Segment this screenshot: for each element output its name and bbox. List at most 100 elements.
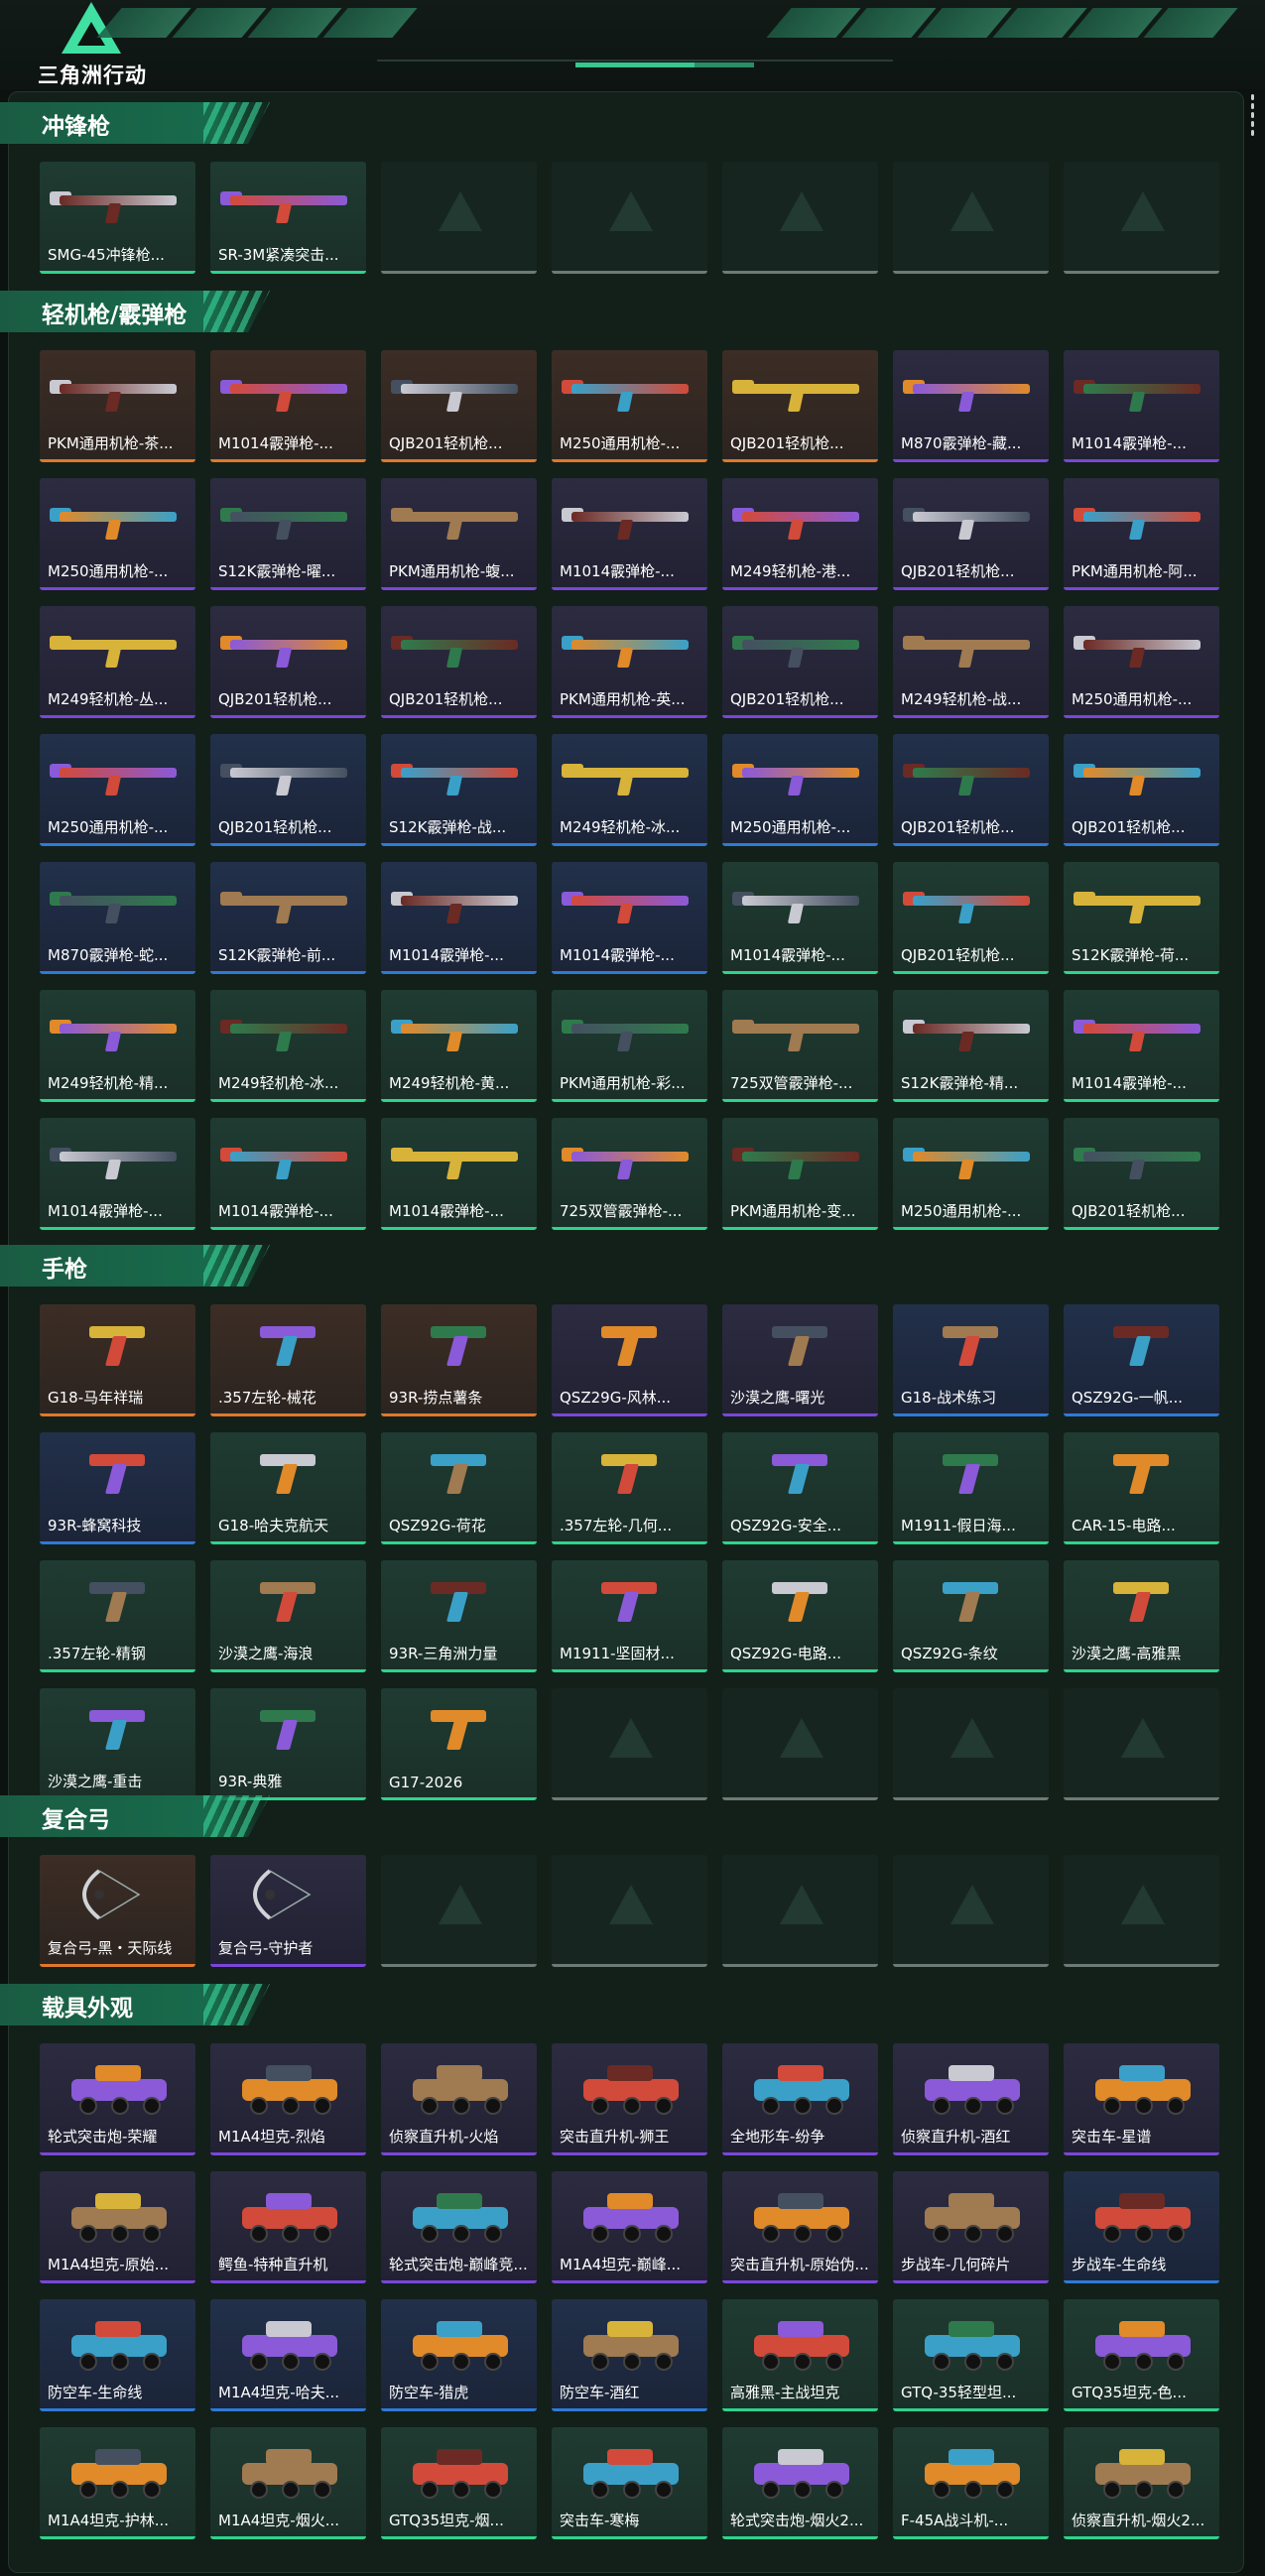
item-card[interactable]: 侦察直升机-烟火2... <box>1064 2427 1219 2539</box>
item-card[interactable]: SR-3M紧凑突击... <box>210 162 366 274</box>
item-card[interactable]: M1014霰弹枪-... <box>722 862 878 974</box>
item-card[interactable]: 高雅黑-主战坦克 <box>722 2299 878 2411</box>
item-card[interactable]: .357左轮-精钢 <box>40 1560 195 1672</box>
item-card[interactable]: 步战车-生命线 <box>1064 2171 1219 2283</box>
item-card[interactable]: 防空车-酒红 <box>552 2299 707 2411</box>
item-card[interactable]: M250通用机枪-... <box>40 734 195 846</box>
item-card[interactable]: 沙漠之鹰-高雅黑 <box>1064 1560 1219 1672</box>
item-card[interactable]: 全地形车-纷争 <box>722 2043 878 2155</box>
item-card[interactable]: QJB201轻机枪... <box>381 350 537 462</box>
item-card[interactable]: M1A4坦克-护林... <box>40 2427 195 2539</box>
item-card[interactable]: M870霰弹枪-蛇... <box>40 862 195 974</box>
item-card[interactable]: QSZ92G-一帆... <box>1064 1304 1219 1416</box>
item-card[interactable]: QJB201轻机枪... <box>381 606 537 718</box>
item-card[interactable]: M1014霰弹枪-... <box>1064 990 1219 1102</box>
item-card[interactable]: G18-马年祥瑞 <box>40 1304 195 1416</box>
item-card[interactable]: 725双管霰弹枪-... <box>722 990 878 1102</box>
item-card[interactable]: QSZ29G-风林... <box>552 1304 707 1416</box>
item-card[interactable]: M1A4坦克-烈焰 <box>210 2043 366 2155</box>
item-card[interactable]: S12K霰弹枪-荷... <box>1064 862 1219 974</box>
item-card[interactable]: M249轻机枪-战... <box>893 606 1049 718</box>
item-card[interactable]: PKM通用机枪-英... <box>552 606 707 718</box>
item-card[interactable]: S12K霰弹枪-精... <box>893 990 1049 1102</box>
item-card[interactable]: M1014霰弹枪-... <box>381 1118 537 1230</box>
item-card[interactable]: 鳄鱼-特种直升机 <box>210 2171 366 2283</box>
scrollbar[interactable] <box>1248 91 1256 151</box>
item-card[interactable]: QJB201轻机枪... <box>893 862 1049 974</box>
item-card[interactable]: M249轻机枪-精... <box>40 990 195 1102</box>
item-card[interactable]: G18-战术练习 <box>893 1304 1049 1416</box>
item-card[interactable]: M250通用机枪-... <box>893 1118 1049 1230</box>
item-card[interactable]: GTQ35坦克-烟... <box>381 2427 537 2539</box>
item-card[interactable]: GTQ35坦克-色... <box>1064 2299 1219 2411</box>
item-card[interactable]: QJB201轻机枪... <box>893 478 1049 590</box>
item-card[interactable]: M1014霰弹枪-... <box>40 1118 195 1230</box>
item-card[interactable]: QJB201轻机枪... <box>722 606 878 718</box>
item-card[interactable]: QJB201轻机枪... <box>210 606 366 718</box>
item-card[interactable]: 93R-捞点薯条 <box>381 1304 537 1416</box>
item-card[interactable]: QJB201轻机枪... <box>893 734 1049 846</box>
item-card[interactable]: M870霰弹枪-藏... <box>893 350 1049 462</box>
item-card[interactable]: F-45A战斗机-... <box>893 2427 1049 2539</box>
item-card[interactable]: M1014霰弹枪-... <box>381 862 537 974</box>
item-card[interactable]: 突击直升机-狮王 <box>552 2043 707 2155</box>
item-card[interactable]: G18-哈夫克航天 <box>210 1432 366 1544</box>
item-card[interactable]: PKM通用机枪-阿... <box>1064 478 1219 590</box>
item-card[interactable]: QJB201轻机枪... <box>210 734 366 846</box>
item-card[interactable]: 防空车-生命线 <box>40 2299 195 2411</box>
item-card[interactable]: PKM通用机枪-变... <box>722 1118 878 1230</box>
item-card[interactable]: M1014霰弹枪-... <box>210 1118 366 1230</box>
item-card[interactable]: QSZ92G-条纹 <box>893 1560 1049 1672</box>
item-card[interactable]: G17-2026 <box>381 1688 537 1800</box>
item-card[interactable]: M1014霰弹枪-... <box>552 478 707 590</box>
item-card[interactable]: M250通用机枪-... <box>722 734 878 846</box>
item-card[interactable]: M1911-坚固材... <box>552 1560 707 1672</box>
item-card[interactable]: 突击车-星谱 <box>1064 2043 1219 2155</box>
item-card[interactable]: PKM通用机枪-彩... <box>552 990 707 1102</box>
item-card[interactable]: QJB201轻机枪... <box>1064 1118 1219 1230</box>
item-card[interactable]: QSZ92G-荷花 <box>381 1432 537 1544</box>
item-card[interactable]: M249轻机枪-黄... <box>381 990 537 1102</box>
item-card[interactable]: .357左轮-械花 <box>210 1304 366 1416</box>
item-card[interactable]: SMG-45冲锋枪... <box>40 162 195 274</box>
item-card[interactable]: M1A4坦克-哈夫... <box>210 2299 366 2411</box>
item-card[interactable]: 突击直升机-原始伪... <box>722 2171 878 2283</box>
item-card[interactable]: M1014霰弹枪-... <box>552 862 707 974</box>
item-card[interactable]: GTQ-35轻型坦... <box>893 2299 1049 2411</box>
item-card[interactable]: CAR-15-电路... <box>1064 1432 1219 1544</box>
item-card[interactable]: M1A4坦克-烟火... <box>210 2427 366 2539</box>
item-card[interactable]: S12K霰弹枪-前... <box>210 862 366 974</box>
item-card[interactable]: 突击车-寒梅 <box>552 2427 707 2539</box>
item-card[interactable]: M249轻机枪-冰... <box>210 990 366 1102</box>
item-card[interactable]: 93R-三角洲力量 <box>381 1560 537 1672</box>
item-card[interactable]: M249轻机枪-丛... <box>40 606 195 718</box>
item-card[interactable]: M1A4坦克-原始... <box>40 2171 195 2283</box>
item-card[interactable]: 步战车-几何碎片 <box>893 2171 1049 2283</box>
item-card[interactable]: 轮式突击炮-荣耀 <box>40 2043 195 2155</box>
item-card[interactable]: M250通用机枪-... <box>1064 606 1219 718</box>
item-card[interactable]: 防空车-猎虎 <box>381 2299 537 2411</box>
item-card[interactable]: S12K霰弹枪-战... <box>381 734 537 846</box>
item-card[interactable]: M250通用机枪-... <box>552 350 707 462</box>
item-card[interactable]: PKM通用机枪-茶... <box>40 350 195 462</box>
item-card[interactable]: 沙漠之鹰-海浪 <box>210 1560 366 1672</box>
item-card[interactable]: M249轻机枪-港... <box>722 478 878 590</box>
item-card[interactable]: QSZ92G-安全... <box>722 1432 878 1544</box>
item-card[interactable]: 复合弓-黑・天际线 <box>40 1855 195 1967</box>
item-card[interactable]: M1911-假日海... <box>893 1432 1049 1544</box>
item-card[interactable]: 侦察直升机-火焰 <box>381 2043 537 2155</box>
item-card[interactable]: S12K霰弹枪-曜... <box>210 478 366 590</box>
item-card[interactable]: M250通用机枪-... <box>40 478 195 590</box>
item-card[interactable]: QJB201轻机枪... <box>722 350 878 462</box>
item-card[interactable]: M1014霰弹枪-... <box>210 350 366 462</box>
item-card[interactable]: 沙漠之鹰-重击 <box>40 1688 195 1800</box>
item-card[interactable]: .357左轮-几何... <box>552 1432 707 1544</box>
item-card[interactable]: 93R-蜂窝科技 <box>40 1432 195 1544</box>
item-card[interactable]: 轮式突击炮-烟火2... <box>722 2427 878 2539</box>
item-card[interactable]: M1014霰弹枪-... <box>1064 350 1219 462</box>
item-card[interactable]: QSZ92G-电路... <box>722 1560 878 1672</box>
item-card[interactable]: 93R-典雅 <box>210 1688 366 1800</box>
item-card[interactable]: M1A4坦克-巅峰... <box>552 2171 707 2283</box>
item-card[interactable]: QJB201轻机枪... <box>1064 734 1219 846</box>
item-card[interactable]: 725双管霰弹枪-... <box>552 1118 707 1230</box>
